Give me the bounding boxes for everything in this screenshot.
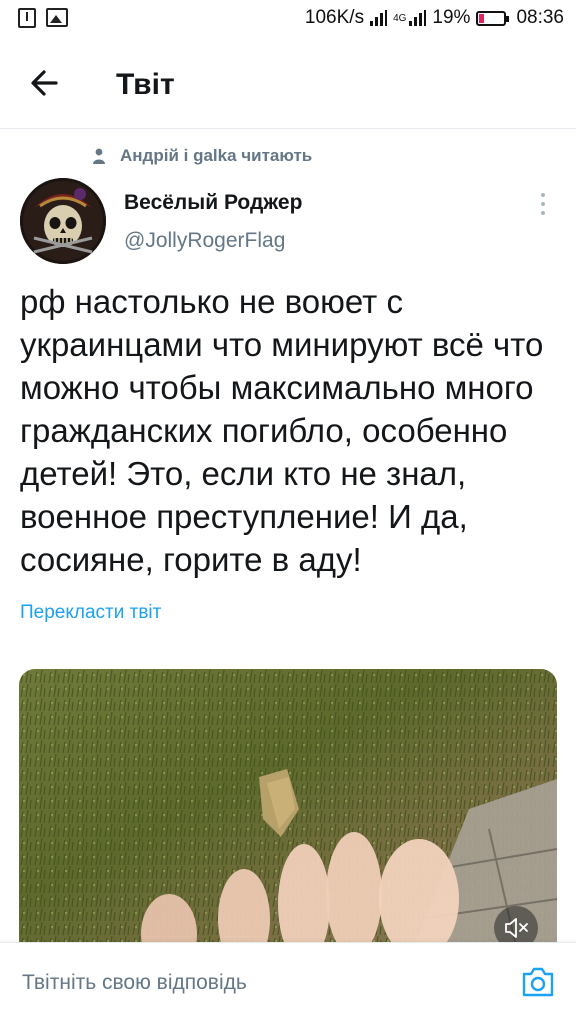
translate-tweet-link[interactable]: Перекласти твіт: [20, 602, 161, 624]
social-context[interactable]: Андрій і galka читають: [92, 146, 312, 166]
alert-notification-icon: [18, 8, 36, 28]
camera-icon: [522, 967, 554, 997]
arrow-left-icon: [31, 70, 58, 96]
battery-percent: 19%: [432, 7, 471, 28]
author-name[interactable]: Весёлый Роджер: [124, 191, 302, 215]
social-context-text: Андрій і galka читають: [120, 146, 313, 165]
wifi-signal-icon: [370, 10, 388, 26]
battery-icon: [476, 10, 510, 26]
network-type-label: 4G: [393, 12, 407, 24]
avatar[interactable]: [20, 178, 106, 264]
more-options-button[interactable]: [532, 190, 554, 218]
more-vertical-icon: [541, 193, 545, 197]
camera-button[interactable]: [520, 965, 556, 999]
person-icon: [93, 148, 105, 164]
top-app-bar: Твіт: [0, 38, 576, 129]
back-button[interactable]: [26, 65, 66, 101]
reply-composer-bar: Твітніть свою відповідь: [0, 942, 576, 1025]
status-bar: 106K/s 4G 19% 08:36: [0, 0, 576, 38]
video-frame-image: [19, 669, 557, 959]
author-handle[interactable]: @JollyRogerFlag: [124, 229, 285, 253]
network-speed: 106K/s: [304, 7, 365, 28]
tweet-video[interactable]: [19, 669, 557, 959]
skull-pirate-avatar-image: [20, 178, 106, 264]
cell-signal-icon: [409, 10, 427, 26]
image-notification-icon: [46, 8, 68, 27]
tweet-text: рф настолько не воюет с украинцами что м…: [20, 283, 544, 578]
reply-input[interactable]: Твітніть свою відповідь: [22, 971, 247, 995]
page-title: Твіт: [116, 68, 175, 101]
clock: 08:36: [516, 7, 564, 28]
